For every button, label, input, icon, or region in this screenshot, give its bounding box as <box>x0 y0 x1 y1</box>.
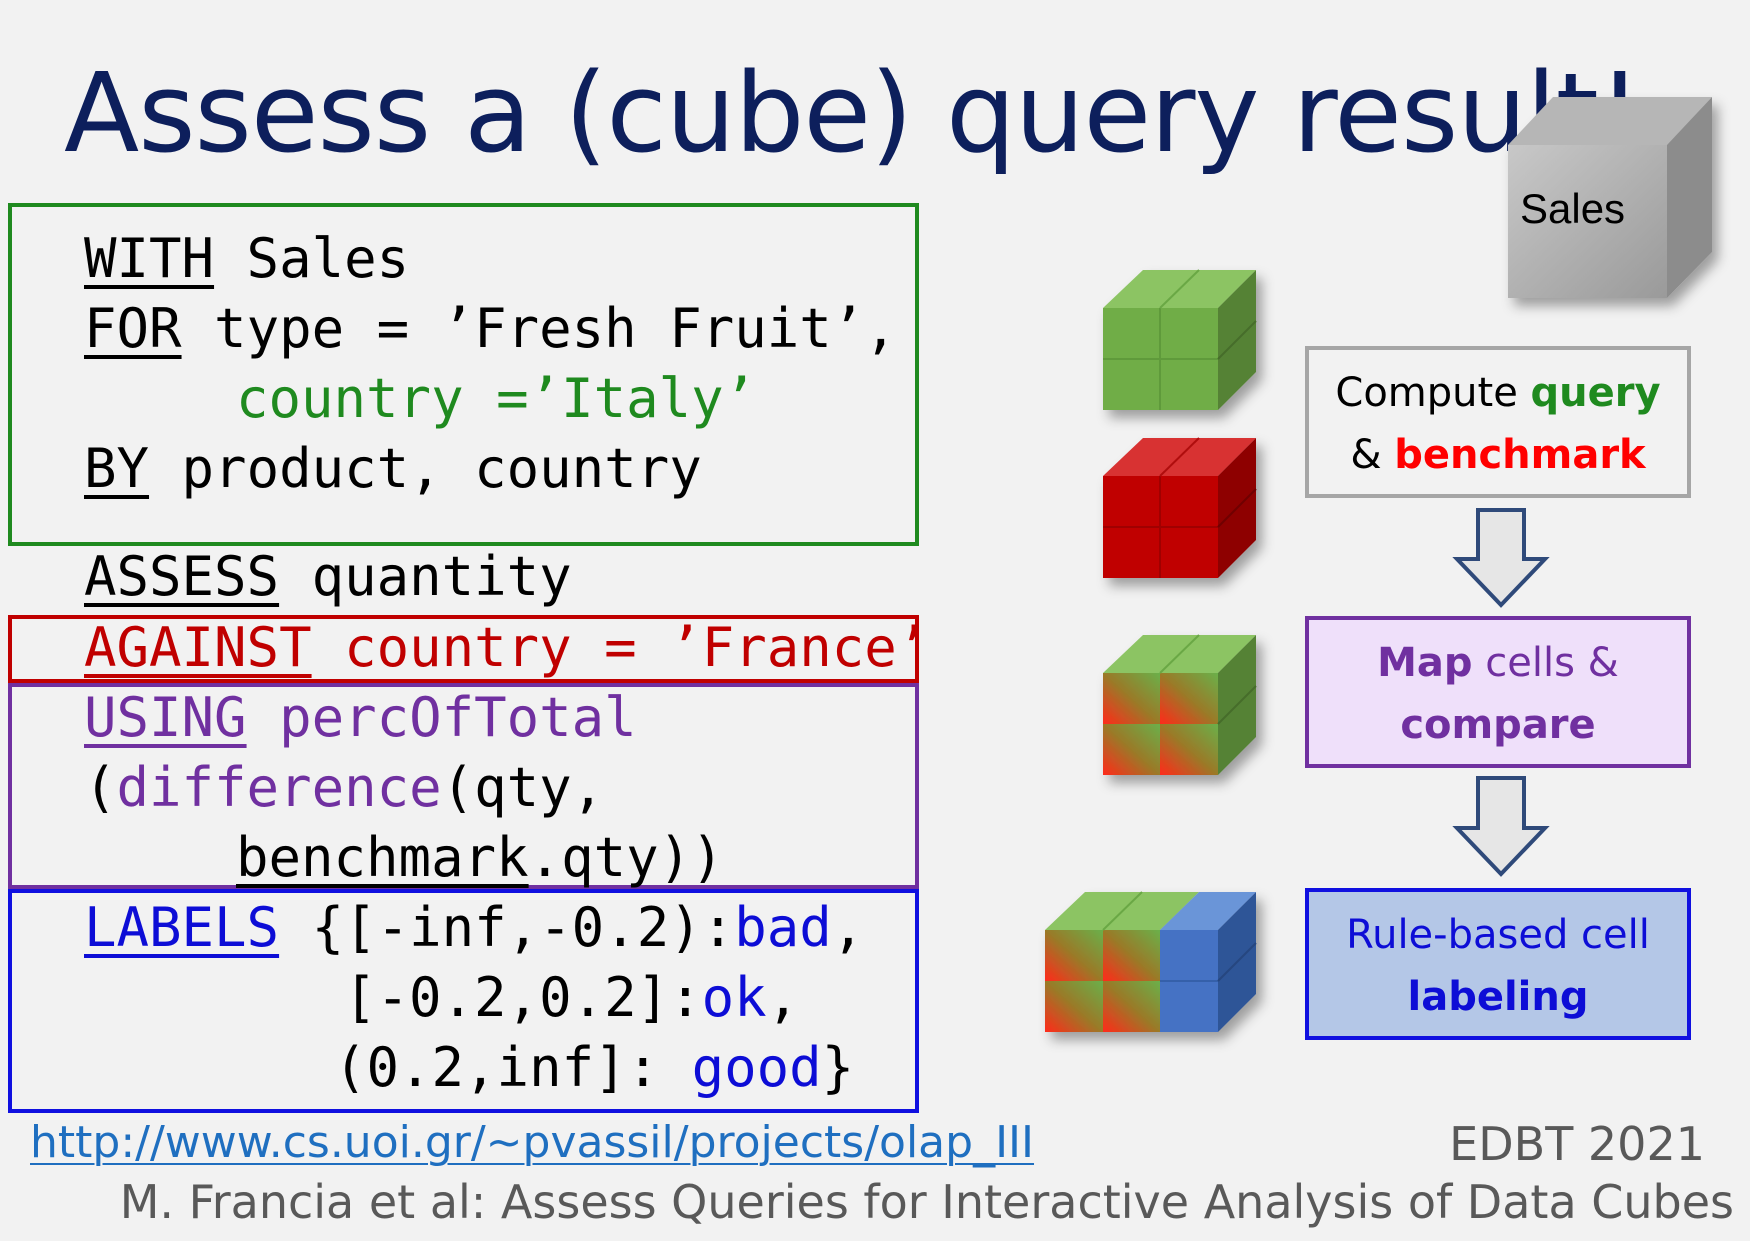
query-cube-icon <box>1103 269 1257 410</box>
benchmark-cube-icon <box>1103 437 1257 578</box>
compare-line: compare <box>1400 702 1596 748</box>
map-line: Map cells & <box>1309 632 1687 694</box>
compute-query: query <box>1530 370 1661 416</box>
compare-cube-icon <box>1103 634 1257 775</box>
project-link[interactable]: http://www.cs.uoi.gr/~pvassil/projects/o… <box>30 1117 1034 1168</box>
sales-cube-label: Sales <box>1520 185 1626 232</box>
rule-line: Rule-based cell <box>1346 912 1650 958</box>
venue-label: EDBT 2021 <box>1449 1117 1705 1171</box>
compute-benchmark: benchmark <box>1394 432 1646 478</box>
benchmark-line: & benchmark <box>1309 424 1687 486</box>
map-bold: Map <box>1377 640 1473 686</box>
labeling-line: labeling <box>1407 974 1589 1020</box>
citation-label: M. Francia et al: Assess Queries for Int… <box>119 1175 1734 1229</box>
compute-prefix: Compute <box>1335 370 1531 416</box>
map-step-box: Map cells & compare <box>1305 616 1691 768</box>
labeling-step-box: Rule-based cell labeling <box>1305 888 1691 1040</box>
compute-line: Compute query <box>1309 362 1687 424</box>
compute-amp: & <box>1350 432 1395 478</box>
arrow-down-icon <box>1452 776 1550 877</box>
arrow-down-icon <box>1452 508 1550 608</box>
labeled-cube-icon <box>1045 891 1257 1032</box>
map-rest: cells & <box>1472 640 1619 686</box>
compute-step-box: Compute query & benchmark <box>1305 346 1691 498</box>
